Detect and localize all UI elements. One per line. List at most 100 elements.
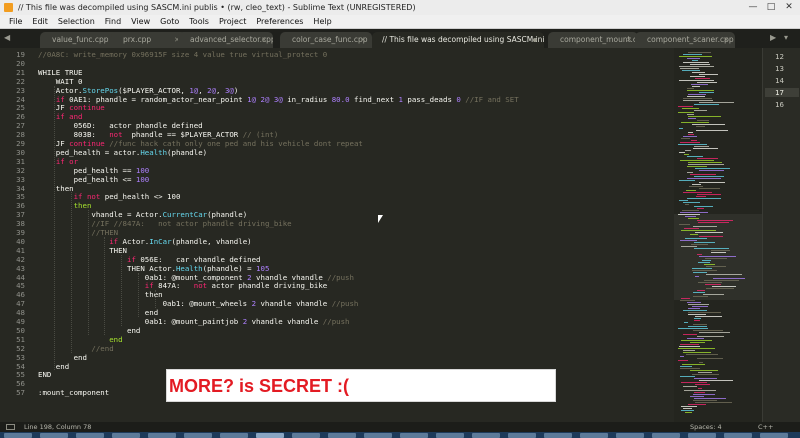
code-line[interactable]: if 847A: not actor phandle driving_bike bbox=[38, 281, 327, 290]
code-line[interactable]: 0ab1: @mount_component 2 vhandle vhandle… bbox=[38, 273, 354, 282]
code-line[interactable]: WHILE TRUE bbox=[38, 68, 83, 77]
taskbar-item[interactable] bbox=[328, 433, 356, 438]
taskbar-item[interactable] bbox=[292, 433, 320, 438]
tab-close-icon[interactable]: ✕ bbox=[360, 32, 366, 48]
taskbar-item[interactable] bbox=[436, 433, 464, 438]
code-line[interactable]: :mount_component bbox=[38, 388, 109, 397]
code-line[interactable]: then bbox=[38, 201, 92, 210]
minimap-line bbox=[699, 102, 734, 103]
maximize-button[interactable]: □ bbox=[762, 1, 780, 13]
menu-tools[interactable]: Tools bbox=[184, 15, 214, 28]
taskbar-item[interactable] bbox=[472, 433, 500, 438]
minimap-line bbox=[684, 154, 689, 155]
code-line[interactable]: Actor.StorePos($PLAYER_ACTOR, 1@, 2@, 3@… bbox=[38, 86, 239, 95]
tab-scroll-right-icon[interactable]: ▶ bbox=[770, 33, 776, 42]
minimap[interactable] bbox=[674, 48, 762, 422]
code-line[interactable]: ped_health = actor.Health(phandle) bbox=[38, 148, 207, 157]
taskbar-item-active[interactable] bbox=[256, 433, 284, 438]
minimap-line bbox=[692, 268, 712, 269]
taskbar-item[interactable] bbox=[148, 433, 176, 438]
taskbar-item[interactable] bbox=[220, 433, 248, 438]
code-editor[interactable]: 19 20 21 22 23 24 25 26 27 28 29 30 31 32 33 34 35 36 37 38… bbox=[0, 48, 674, 422]
menu-goto[interactable]: Goto bbox=[155, 15, 184, 28]
taskbar-item[interactable] bbox=[508, 433, 536, 438]
code-line[interactable]: vhandle = Actor.CurrentCar(phandle) bbox=[38, 210, 247, 219]
minimap-line bbox=[695, 402, 732, 403]
code-line[interactable]: if 0AE1: phandle = random_actor_near_poi… bbox=[38, 95, 519, 104]
taskbar-item[interactable] bbox=[652, 433, 680, 438]
code-line[interactable]: then bbox=[38, 290, 163, 299]
code-line[interactable]: JF continue //func hack cath only one pe… bbox=[38, 139, 363, 148]
code-line[interactable]: 056D: actor phandle defined bbox=[38, 121, 203, 130]
code-line[interactable]: WAIT 0 bbox=[38, 77, 83, 86]
taskbar-item[interactable] bbox=[760, 433, 788, 438]
line-number: 54 bbox=[16, 361, 25, 371]
minimap-line bbox=[692, 184, 701, 185]
taskbar-item[interactable] bbox=[76, 433, 104, 438]
menu-selection[interactable]: Selection bbox=[53, 15, 100, 28]
code-line[interactable]: JF continue bbox=[38, 103, 105, 112]
code-line[interactable]: if and bbox=[38, 112, 83, 121]
panel-toggle-icon[interactable] bbox=[6, 424, 15, 430]
code-line[interactable]: //end bbox=[38, 344, 113, 353]
close-window-button[interactable]: ✕ bbox=[780, 1, 798, 13]
minimap-line bbox=[706, 274, 742, 275]
code-token: 80.0 bbox=[331, 94, 350, 104]
code-line[interactable]: if or bbox=[38, 157, 78, 166]
tab-scroll-left-icon[interactable]: ◀ bbox=[4, 33, 10, 42]
taskbar-item[interactable] bbox=[688, 433, 716, 438]
menu-view[interactable]: View bbox=[126, 15, 155, 28]
taskbar-item[interactable] bbox=[40, 433, 68, 438]
syntax-selector[interactable]: C++ bbox=[758, 422, 773, 432]
menu-find[interactable]: Find bbox=[100, 15, 126, 28]
taskbar-item[interactable] bbox=[544, 433, 572, 438]
taskbar-item[interactable] bbox=[724, 433, 752, 438]
taskbar-item[interactable] bbox=[580, 433, 608, 438]
minimap-line bbox=[699, 332, 730, 333]
tab-list-menu-icon[interactable]: ▾ bbox=[784, 33, 788, 42]
minimap-line bbox=[694, 242, 715, 243]
tab-prx[interactable]: prx.cpp ✕ bbox=[111, 32, 186, 48]
unsaved-dot-icon bbox=[533, 38, 537, 42]
menu-edit[interactable]: Edit bbox=[27, 15, 53, 28]
code-line[interactable]: 803B: not phandle == $PLAYER_ACTOR // (i… bbox=[38, 130, 279, 139]
code-line[interactable]: end bbox=[38, 335, 122, 344]
tab-advanced-selector[interactable]: advanced_selector.cpp ✕ bbox=[178, 32, 273, 48]
tab-close-icon[interactable]: ✕ bbox=[261, 32, 267, 48]
cursor-position[interactable]: Line 198, Column 78 bbox=[24, 422, 91, 432]
taskbar-item[interactable] bbox=[364, 433, 392, 438]
tab-close-icon[interactable]: ✕ bbox=[626, 32, 632, 48]
code-line[interactable]: end bbox=[38, 308, 158, 317]
code-line[interactable]: THEN bbox=[38, 246, 127, 255]
code-line[interactable]: 0ab1: @mount_wheels 2 vhandle vhandle //… bbox=[38, 299, 359, 308]
tab-decompiled-file[interactable]: // This file was decompiled using SASCM.… bbox=[372, 32, 544, 48]
code-line[interactable]: END bbox=[38, 370, 51, 379]
minimize-button[interactable]: — bbox=[744, 1, 762, 13]
code-line[interactable]: //0A8C: write_memory 0x96915F size 4 val… bbox=[38, 50, 327, 59]
menu-help[interactable]: Help bbox=[308, 15, 336, 28]
minimap-line bbox=[690, 396, 704, 397]
code-line[interactable]: THEN Actor.Health(phandle) = 105 bbox=[38, 264, 269, 273]
taskbar-item[interactable] bbox=[184, 433, 212, 438]
tab-color-case-func[interactable]: color_case_func.cpp ✕ bbox=[280, 32, 372, 48]
code-line[interactable]: //THEN bbox=[38, 228, 118, 237]
taskbar-item[interactable] bbox=[4, 433, 32, 438]
code-line[interactable]: //IF //847A: not actor phandle driving_b… bbox=[38, 219, 291, 228]
code-token: end bbox=[38, 352, 87, 362]
code-line[interactable]: end bbox=[38, 353, 87, 362]
taskbar-item[interactable] bbox=[400, 433, 428, 438]
code-line[interactable]: then bbox=[38, 184, 74, 193]
menu-project[interactable]: Project bbox=[214, 15, 251, 28]
taskbar-item[interactable] bbox=[112, 433, 140, 438]
tab-component-scaner[interactable]: component_scaner.cpp ✕ bbox=[635, 32, 735, 48]
code-line[interactable]: 0ab1: @mount_paintjob 2 vhandle vhandle … bbox=[38, 317, 350, 326]
taskbar-item[interactable] bbox=[616, 433, 644, 438]
minimap-line bbox=[691, 84, 708, 85]
code-line[interactable]: if not ped_health <> 100 bbox=[38, 192, 181, 201]
menu-preferences[interactable]: Preferences bbox=[251, 15, 308, 28]
menu-file[interactable]: File bbox=[4, 15, 27, 28]
indentation-setting[interactable]: Spaces: 4 bbox=[690, 422, 722, 432]
tab-close-icon[interactable]: ✕ bbox=[723, 32, 729, 48]
tab-component-mount[interactable]: component_mount.cpp ✕ bbox=[548, 32, 638, 48]
minimap-line bbox=[681, 410, 694, 411]
